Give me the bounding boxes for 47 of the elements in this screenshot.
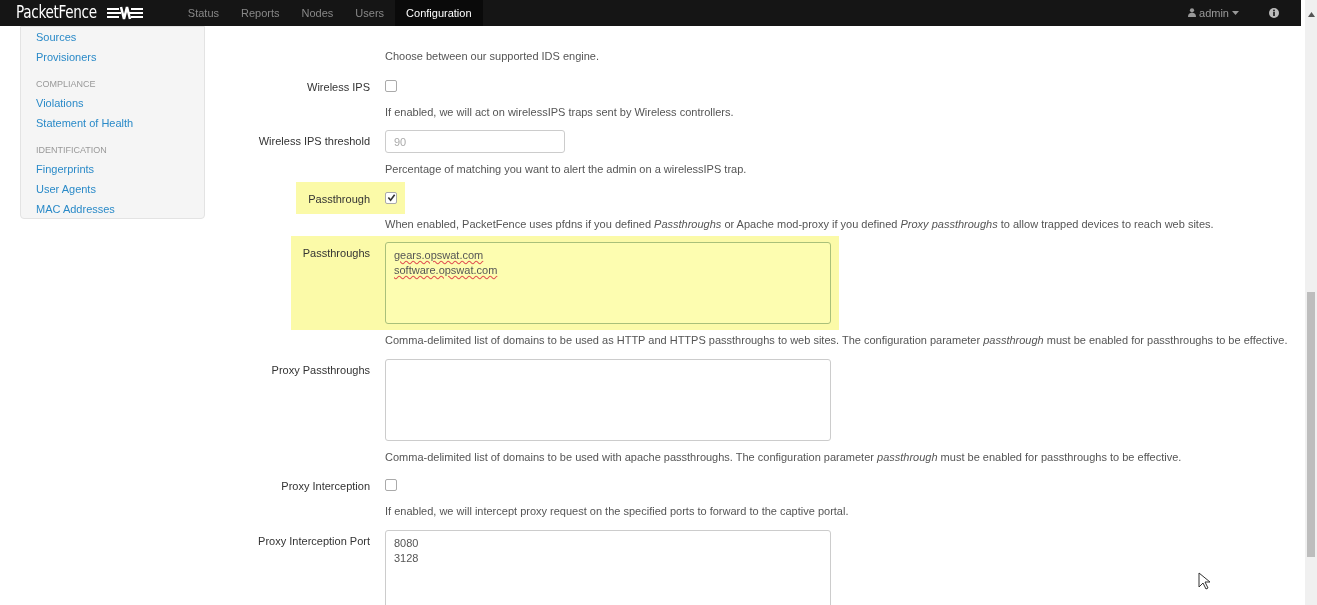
sidebar-link[interactable]: Statement of Health [36, 112, 134, 133]
sidebar-link[interactable]: Fingerprints [36, 158, 95, 179]
sidebar-link[interactable]: Violations [36, 92, 84, 113]
help-text: Comma-delimited list of domains to be used as HTTP and HTTPS passthroughs to web sites. The configuration parameter passthrough must be enabled for passthroughs to be effective. [385, 333, 1289, 348]
cursor-icon [1198, 572, 1210, 590]
sidebar-heading: COMPLIANCE [36, 77, 97, 91]
help-text: When enabled, PacketFence uses pfdns if you defined Passthroughs or Apache mod-proxy if you defined Proxy passthroughs to allow trapped devices to reach web sites. [385, 216, 1215, 232]
field-line: 8080 [394, 535, 419, 551]
checkbox[interactable] [385, 479, 397, 491]
user-menu[interactable]: admin [1188, 4, 1239, 21]
textarea-field[interactable]: gears.opswat.com software.opswat.com [385, 242, 831, 324]
threshold-field[interactable]: 90 [385, 130, 565, 153]
help-text: Choose between our supported IDS engine. [385, 48, 601, 64]
nav-tab[interactable]: Nodes [290, 0, 345, 26]
sidebar-heading: IDENTIFICATION [36, 143, 108, 157]
help-text: If enabled, we will act on wirelessIPS traps sent by Wireless controllers. [385, 104, 735, 120]
field-label: Proxy Interception [281, 479, 370, 494]
field-label: Proxy Passthroughs [271, 362, 370, 378]
textarea-field[interactable] [385, 358, 831, 441]
checkbox[interactable] [385, 79, 397, 92]
brand-name[interactable]: PacketFence [16, 0, 97, 26]
sidebar-link[interactable]: MAC Addresses [36, 198, 115, 219]
field-label: Passthroughs [302, 246, 370, 261]
field-line: 3128 [394, 550, 419, 566]
field-label: Wireless IPS threshold [258, 134, 370, 149]
field-line: gears.opswat.com [394, 248, 484, 263]
scrollbar[interactable] [1305, 0, 1317, 605]
sidebar-link[interactable]: User Agents [36, 178, 96, 199]
scroll-up-icon[interactable] [1307, 12, 1315, 17]
help-text: Percentage of matching you want to alert the admin on a wirelessIPS trap. [385, 162, 748, 177]
info-icon[interactable] [1269, 7, 1279, 18]
help-text: If enabled, we will intercept proxy request on the specified ports to forward to the captive portal. [385, 504, 850, 519]
sidebar-link[interactable]: Sources [36, 26, 77, 47]
field-line: software.opswat.com [394, 263, 498, 278]
caret-icon [1232, 10, 1239, 15]
nav-tab[interactable]: Configuration [395, 0, 483, 26]
field-label: Wireless IPS [307, 79, 370, 95]
help-text: Comma-delimited list of domains to be used with apache passthroughs. The configuration parameter passthrough must be enabled for passthroughs to be effective. [385, 449, 1183, 465]
nav-tab[interactable]: Status [176, 0, 230, 26]
checkbox[interactable] [385, 191, 397, 204]
field-label: Passthrough [308, 191, 370, 207]
sidebar-link[interactable]: Provisioners [36, 46, 97, 67]
user-icon [1188, 8, 1197, 18]
nav-tab[interactable]: Users [344, 0, 396, 26]
field-label: Proxy Interception Port [258, 533, 370, 549]
nav-tab[interactable]: Reports [230, 0, 291, 26]
textarea-field[interactable]: 8080 3128 [385, 529, 831, 605]
